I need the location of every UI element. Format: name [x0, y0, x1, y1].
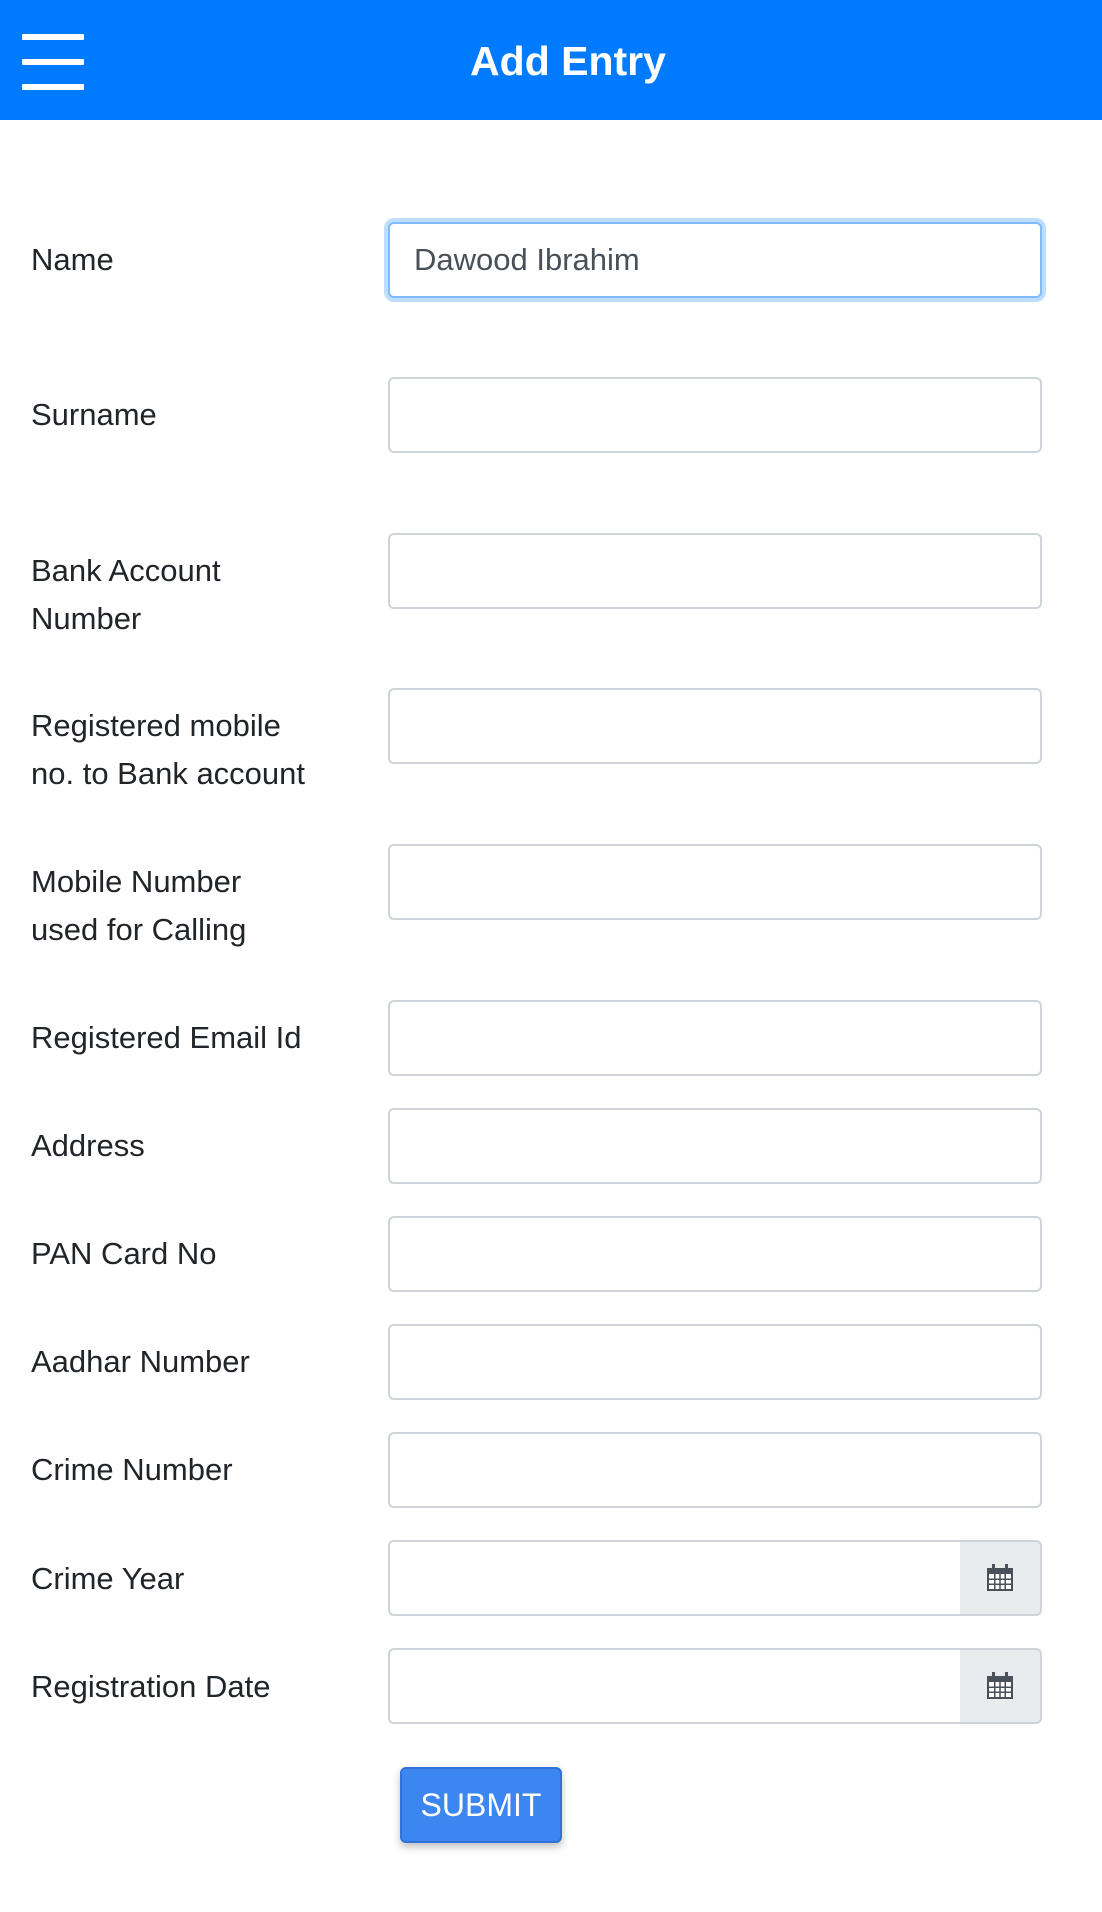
bank-account-label-line1: Bank Account	[31, 553, 221, 588]
bank-account-label: Bank Account Number	[31, 547, 361, 643]
crime-number-input[interactable]	[388, 1432, 1042, 1508]
crime-year-calendar-button[interactable]	[960, 1540, 1042, 1616]
calendar-icon	[987, 1672, 1013, 1699]
email-input[interactable]	[388, 1000, 1042, 1076]
calling-mobile-label-line1: Mobile Number	[31, 864, 242, 899]
crime-number-label: Crime Number	[31, 1452, 233, 1487]
registration-date-calendar-button[interactable]	[960, 1648, 1042, 1724]
registration-date-input[interactable]	[388, 1648, 962, 1724]
aadhar-input[interactable]	[388, 1324, 1042, 1400]
top-app-bar: Add Entry	[0, 0, 1102, 120]
pan-label: PAN Card No	[31, 1236, 217, 1271]
name-input[interactable]	[388, 222, 1042, 298]
address-input[interactable]	[388, 1108, 1042, 1184]
calling-mobile-label: Mobile Number used for Calling	[31, 858, 361, 954]
address-label: Address	[31, 1128, 145, 1163]
aadhar-label: Aadhar Number	[31, 1344, 250, 1379]
registered-mobile-label-line1: Registered mobile	[31, 708, 281, 743]
registration-date-label: Registration Date	[31, 1669, 271, 1704]
registered-mobile-label: Registered mobile no. to Bank account	[31, 702, 361, 798]
calendar-icon	[987, 1564, 1013, 1591]
registered-mobile-input[interactable]	[388, 688, 1042, 764]
surname-label: Surname	[31, 397, 157, 432]
calling-mobile-input[interactable]	[388, 844, 1042, 920]
email-label: Registered Email Id	[31, 1020, 302, 1055]
crime-year-label: Crime Year	[31, 1561, 185, 1596]
surname-input[interactable]	[388, 377, 1042, 453]
name-label: Name	[31, 242, 114, 277]
crime-year-input[interactable]	[388, 1540, 962, 1616]
calling-mobile-label-line2: used for Calling	[31, 912, 247, 947]
page-title: Add Entry	[470, 38, 666, 84]
submit-button[interactable]: SUBMIT	[400, 1767, 562, 1843]
bank-account-input[interactable]	[388, 533, 1042, 609]
registered-mobile-label-line2: no. to Bank account	[31, 756, 306, 791]
pan-input[interactable]	[388, 1216, 1042, 1292]
bank-account-label-line2: Number	[31, 601, 142, 636]
